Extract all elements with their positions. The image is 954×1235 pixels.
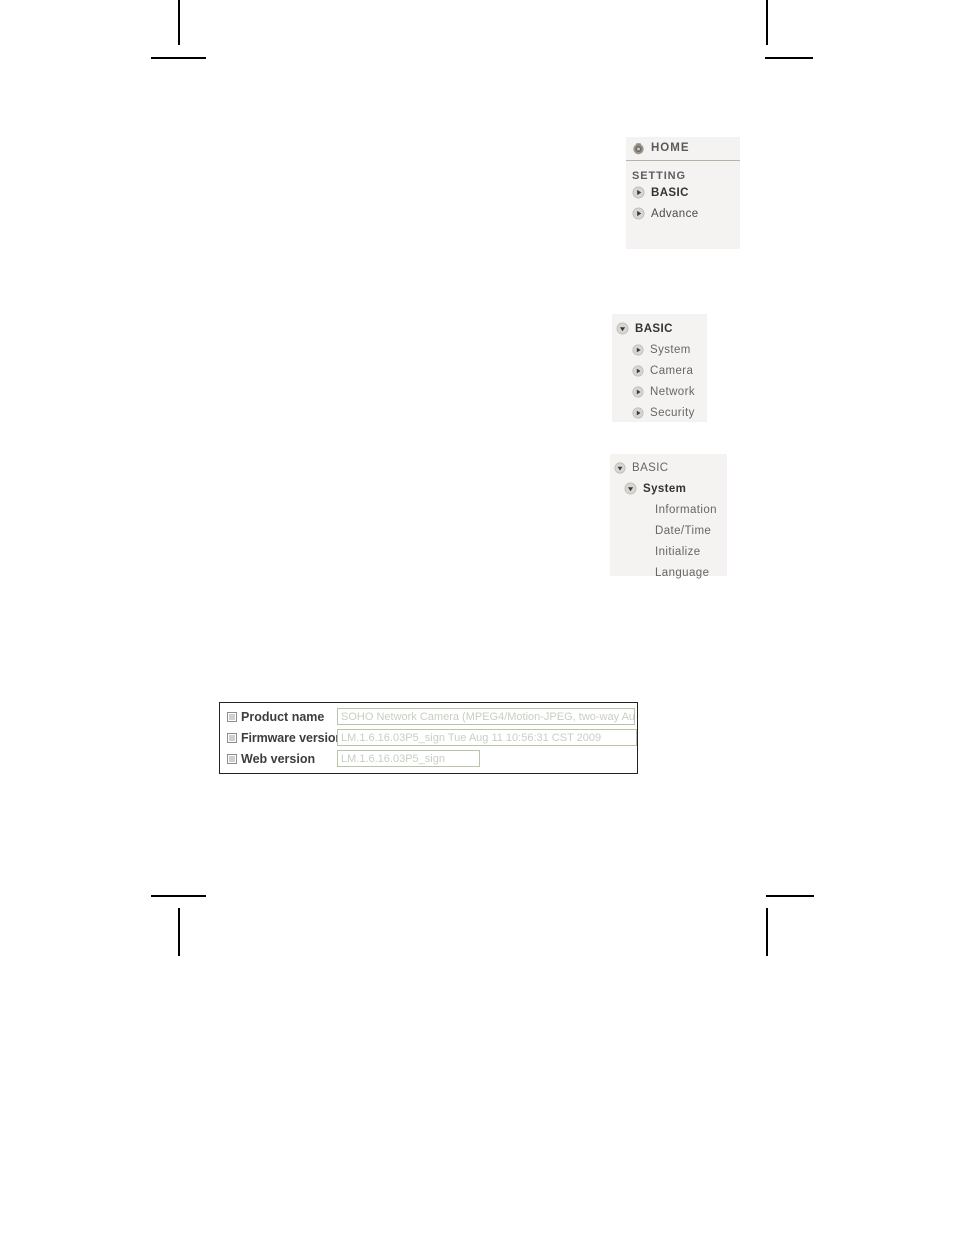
- nav-item-system-branch-label: System: [643, 482, 687, 495]
- navigation-panel-basic: BASIC System Camera Network Security: [612, 314, 707, 422]
- firmware-version-field[interactable]: LM.1.6.16.03P5_sign Tue Aug 11 10:56:31 …: [337, 729, 637, 746]
- nav-item-information-label: Information: [655, 503, 717, 516]
- crop-mark-top-left-vertical: [178, 0, 180, 45]
- nav-item-language-label: Language: [655, 566, 710, 579]
- nav-item-home[interactable]: HOME: [626, 137, 740, 158]
- nav-item-date-time[interactable]: Date/Time: [610, 520, 727, 541]
- nav-item-system[interactable]: System: [612, 339, 707, 360]
- nav-item-security-label: Security: [650, 406, 695, 419]
- nav-item-system-branch[interactable]: System: [610, 478, 727, 499]
- arrow-down-circle-icon: [614, 462, 626, 474]
- nav-item-system-label: System: [650, 343, 691, 356]
- nav-item-security[interactable]: Security: [612, 402, 707, 423]
- nav-section-title: SETTING: [626, 161, 740, 182]
- nav-item-advance[interactable]: Advance: [626, 203, 740, 224]
- nav-item-date-time-label: Date/Time: [655, 524, 712, 537]
- crop-mark-top-right-horizontal: [765, 57, 813, 59]
- navigation-panel-system: BASIC System Information Date/Time Initi…: [610, 454, 727, 579]
- camera-home-icon: [632, 142, 645, 155]
- product-name-label: Product name: [220, 710, 337, 724]
- crop-mark-top-left-horizontal: [151, 57, 206, 59]
- arrow-right-circle-icon: [632, 344, 644, 356]
- expand-box-icon: [227, 753, 237, 764]
- nav-item-basic-root[interactable]: BASIC: [612, 318, 707, 339]
- crop-mark-bottom-left-horizontal: [151, 895, 206, 897]
- expand-box-icon: [227, 711, 237, 722]
- arrow-right-circle-icon: [632, 186, 645, 199]
- nav-item-home-label: HOME: [651, 142, 690, 154]
- nav-item-network[interactable]: Network: [612, 381, 707, 402]
- nav-item-language[interactable]: Language: [610, 562, 727, 583]
- nav-section-title-label: SETTING: [632, 170, 686, 182]
- nav-item-information[interactable]: Information: [610, 499, 727, 520]
- nav-item-basic-root-label: BASIC: [635, 322, 673, 335]
- nav-item-initialize-label: Initialize: [655, 545, 701, 558]
- nav-item-advance-label: Advance: [651, 207, 699, 220]
- nav-item-network-label: Network: [650, 385, 695, 398]
- firmware-version-label-text: Firmware version: [241, 730, 343, 745]
- nav-item-camera[interactable]: Camera: [612, 360, 707, 381]
- table-row: Product name SOHO Network Camera (MPEG4/…: [220, 706, 637, 727]
- web-version-label: Web version: [220, 752, 337, 766]
- web-version-label-text: Web version: [241, 751, 316, 766]
- nav-item-basic-root-label: BASIC: [632, 461, 669, 474]
- nav-item-camera-label: Camera: [650, 364, 694, 377]
- expand-box-icon: [227, 732, 237, 743]
- crop-mark-top-right-vertical: [766, 0, 768, 45]
- crop-mark-bottom-right-horizontal: [766, 895, 814, 897]
- arrow-right-circle-icon: [632, 386, 644, 398]
- arrow-down-circle-icon: [624, 482, 637, 495]
- arrow-right-circle-icon: [632, 207, 645, 220]
- information-table: Product name SOHO Network Camera (MPEG4/…: [219, 702, 638, 774]
- nav-item-basic-label: BASIC: [651, 186, 689, 199]
- product-name-label-text: Product name: [241, 709, 325, 724]
- product-name-field[interactable]: SOHO Network Camera (MPEG4/Motion-JPEG, …: [337, 708, 635, 725]
- crop-mark-bottom-right-vertical: [766, 908, 768, 956]
- crop-mark-bottom-left-vertical: [178, 908, 180, 956]
- arrow-right-circle-icon: [632, 365, 644, 377]
- nav-item-basic-root[interactable]: BASIC: [610, 457, 727, 478]
- nav-item-initialize[interactable]: Initialize: [610, 541, 727, 562]
- nav-item-basic[interactable]: BASIC: [626, 182, 740, 203]
- web-version-field[interactable]: LM.1.6.16.03P5_sign: [337, 750, 480, 767]
- arrow-down-circle-icon: [616, 322, 629, 335]
- table-row: Firmware version LM.1.6.16.03P5_sign Tue…: [220, 727, 637, 748]
- firmware-version-label: Firmware version: [220, 731, 343, 745]
- navigation-panel-home: HOME SETTING BASIC Advance: [626, 137, 740, 249]
- table-row: Web version LM.1.6.16.03P5_sign: [220, 748, 637, 769]
- arrow-right-circle-icon: [632, 407, 644, 419]
